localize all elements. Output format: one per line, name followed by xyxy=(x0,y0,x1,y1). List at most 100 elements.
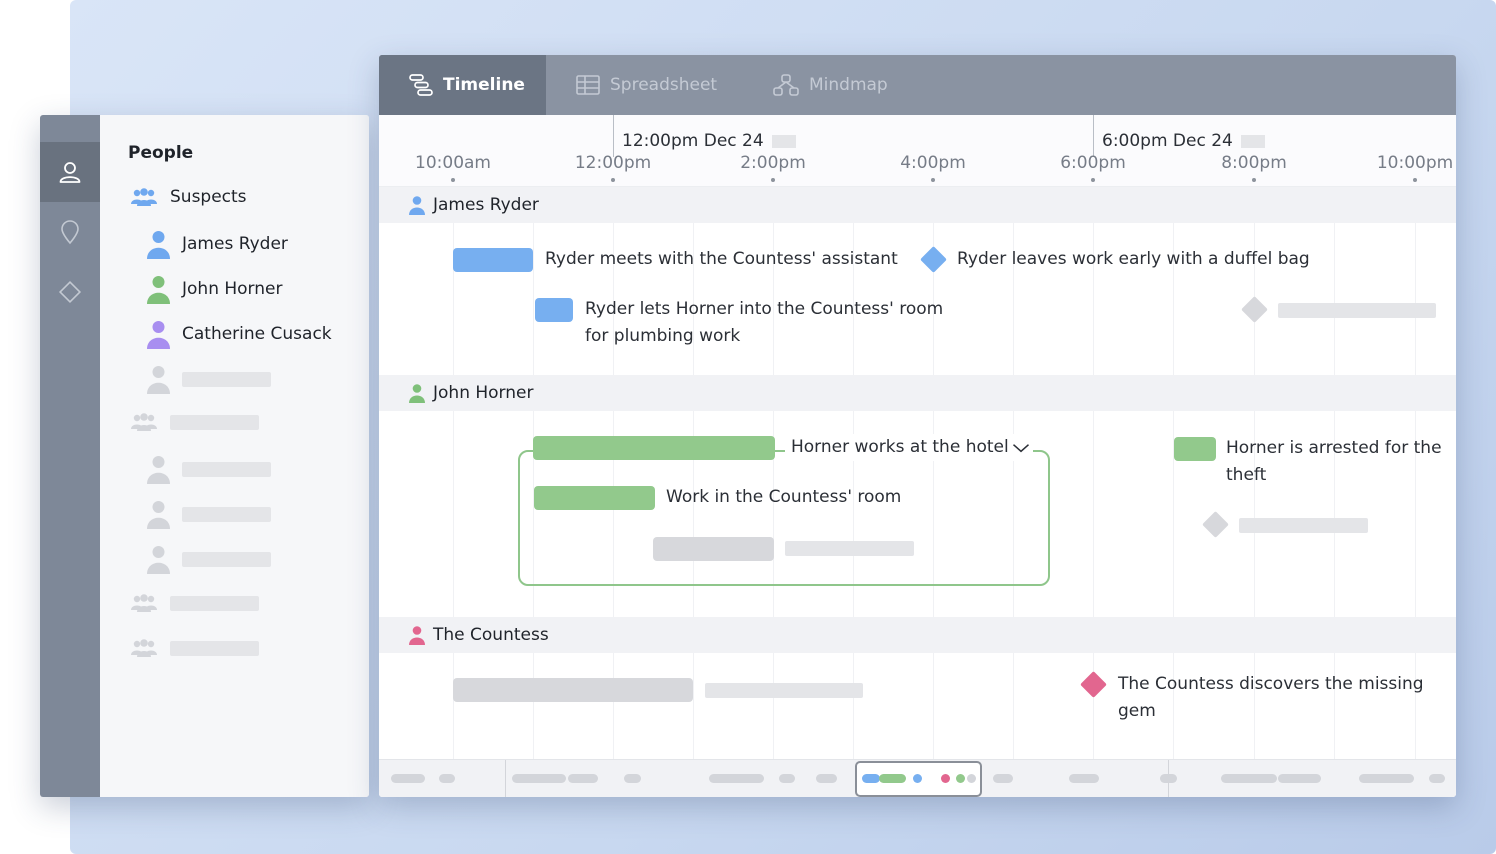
tick-mark xyxy=(1091,178,1095,182)
overview-event xyxy=(1359,774,1414,783)
event-label[interactable]: Horner works at the hotel xyxy=(785,434,1015,461)
time-axis: 12:00pm Dec 24 6:00pm Dec 24 10:00am 12:… xyxy=(379,115,1456,187)
rail-places-button[interactable] xyxy=(40,202,100,262)
date-label: 12:00pm Dec 24 xyxy=(622,131,764,151)
lane-title: James Ryder xyxy=(433,195,539,215)
tick-mark xyxy=(1252,178,1256,182)
placeholder-bar xyxy=(705,683,863,698)
tick-label: 10:00pm xyxy=(1376,153,1454,173)
person-icon xyxy=(147,546,170,574)
view-tabs: Timeline Spreadsheet Mindmap xyxy=(379,55,1456,115)
event-label[interactable]: The Countess discovers the missing xyxy=(1118,671,1424,698)
person-icon xyxy=(409,626,425,645)
person-icon xyxy=(147,501,170,529)
chevron-down-icon[interactable] xyxy=(1009,441,1033,455)
event-label[interactable]: gem xyxy=(1118,698,1156,725)
person-icon xyxy=(147,456,170,484)
tree-group-placeholder xyxy=(130,593,259,613)
tab-mindmap[interactable]: Mindmap xyxy=(743,55,943,115)
tick-mark xyxy=(611,178,615,182)
event-group-box[interactable] xyxy=(518,450,1050,586)
event-label[interactable]: Ryder meets with the Countess' assistant xyxy=(545,246,898,273)
gridline xyxy=(453,187,454,759)
lane-header-james-ryder[interactable]: James Ryder xyxy=(379,187,1456,223)
overview-event xyxy=(1429,774,1445,783)
table-icon xyxy=(576,75,600,95)
tab-label: Spreadsheet xyxy=(610,75,718,95)
placeholder-bar xyxy=(771,134,796,148)
tick-label: 2:00pm xyxy=(740,153,806,173)
placeholder-bar xyxy=(182,506,271,522)
tree-group-placeholder xyxy=(130,412,259,432)
event-bar[interactable] xyxy=(535,298,573,322)
date-label: 6:00pm Dec 24 xyxy=(1102,131,1233,151)
placeholder-bar xyxy=(182,551,271,567)
overview-event xyxy=(391,774,425,783)
overview-event xyxy=(512,774,566,783)
placeholder-bar xyxy=(653,537,774,561)
tab-label: Timeline xyxy=(443,75,525,95)
tick-label: 8:00pm xyxy=(1221,153,1287,173)
tick-label: 4:00pm xyxy=(900,153,966,173)
person-icon xyxy=(409,384,425,403)
tick-mark xyxy=(1413,178,1417,182)
tree-item-john-horner[interactable]: John Horner xyxy=(147,274,282,304)
person-icon xyxy=(409,196,425,215)
lane-header-john-horner[interactable]: John Horner xyxy=(379,375,1456,411)
tree-item-catherine-cusack[interactable]: Catherine Cusack xyxy=(147,319,332,349)
group-icon xyxy=(131,413,157,431)
placeholder-bar xyxy=(453,678,693,702)
rail-people-button[interactable] xyxy=(40,142,100,202)
event-label[interactable]: for plumbing work xyxy=(585,323,740,350)
tree-group-placeholder xyxy=(130,638,259,658)
overview-event xyxy=(624,774,641,783)
lane-header-the-countess[interactable]: The Countess xyxy=(379,617,1456,653)
group-icon xyxy=(131,594,157,612)
tab-spreadsheet[interactable]: Spreadsheet xyxy=(546,55,743,115)
tick-mark xyxy=(451,178,455,182)
placeholder-bar xyxy=(182,461,271,477)
people-window: People Suspects James Ryder John Horner xyxy=(40,115,369,797)
person-name: John Horner xyxy=(182,279,283,299)
event-label[interactable]: Work in the Countess' room xyxy=(666,484,901,511)
panel-title: People xyxy=(128,143,194,163)
timeline-icon xyxy=(409,74,433,96)
milestone-diamond[interactable] xyxy=(920,246,947,273)
placeholder-bar xyxy=(1239,518,1368,533)
placeholder-bar xyxy=(182,371,271,387)
event-bar[interactable] xyxy=(534,486,655,510)
overview-event xyxy=(1069,774,1099,783)
event-bar[interactable] xyxy=(453,248,533,272)
overview-scrollbar[interactable] xyxy=(379,759,1456,797)
rail-things-button[interactable] xyxy=(40,262,100,322)
person-icon xyxy=(147,231,170,259)
tree-item-placeholder xyxy=(147,544,271,574)
placeholder-bar xyxy=(785,541,914,556)
overview-event xyxy=(941,774,950,783)
event-label[interactable]: Ryder leaves work early with a duffel ba… xyxy=(957,246,1310,273)
event-label[interactable]: theft xyxy=(1226,462,1266,489)
tab-label: Mindmap xyxy=(809,75,888,95)
event-label[interactable]: Ryder lets Horner into the Countess' roo… xyxy=(585,296,943,323)
placeholder-bar xyxy=(170,640,259,656)
event-label[interactable]: Horner is arrested for the xyxy=(1226,435,1442,462)
tree-item-james-ryder[interactable]: James Ryder xyxy=(147,229,288,259)
overview-event xyxy=(993,774,1013,783)
tree-item-placeholder xyxy=(147,454,271,484)
placeholder-bar xyxy=(1240,134,1265,148)
event-bar[interactable] xyxy=(1174,437,1216,461)
group-icon xyxy=(131,188,157,206)
milestone-diamond xyxy=(1202,511,1229,538)
milestone-diamond[interactable] xyxy=(1080,671,1107,698)
tick-label: 12:00pm xyxy=(574,153,652,173)
person-icon xyxy=(147,321,170,349)
group-label: Suspects xyxy=(170,187,247,207)
event-bar[interactable] xyxy=(533,436,775,460)
mindmap-icon xyxy=(773,74,799,96)
placeholder-bar xyxy=(170,414,259,430)
tree-group-suspects[interactable]: Suspects xyxy=(130,187,247,207)
overview-event xyxy=(1160,774,1177,783)
overview-event xyxy=(709,774,764,783)
person-icon xyxy=(59,162,81,183)
tab-timeline[interactable]: Timeline xyxy=(379,55,546,115)
